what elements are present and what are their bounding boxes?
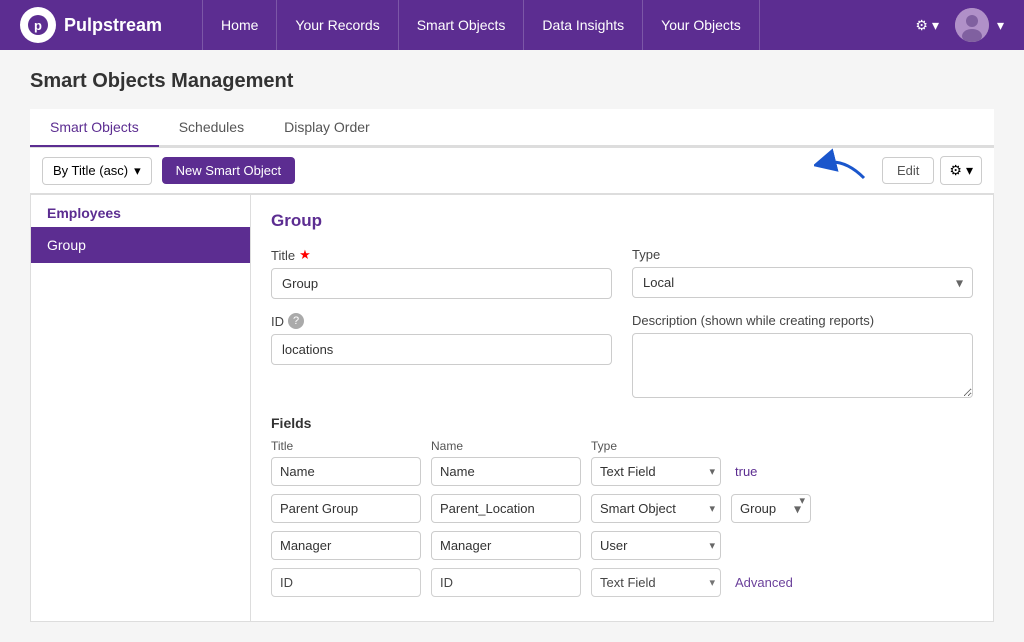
- field-advanced-link-id[interactable]: Advanced: [735, 575, 793, 590]
- field-name-parent-location[interactable]: [431, 494, 581, 523]
- field-advanced-link-name[interactable]: true: [735, 464, 757, 479]
- fields-col-title: Title: [271, 439, 421, 453]
- avatar-caret: ▾: [997, 17, 1004, 34]
- fields-col-name: Name: [431, 439, 581, 453]
- page-content: Smart Objects Management Smart Objects S…: [0, 50, 1024, 642]
- description-textarea[interactable]: [632, 333, 973, 398]
- nav-home[interactable]: Home: [202, 0, 277, 50]
- id-help-icon[interactable]: ?: [288, 313, 304, 329]
- page-title: Smart Objects Management: [30, 70, 994, 93]
- nav-right-controls: ⚙ ▾ ▾: [907, 8, 1004, 42]
- field-type-select-manager[interactable]: User: [591, 531, 721, 560]
- gear-icon: ⚙: [915, 17, 928, 34]
- sidebar-item-group[interactable]: Group: [31, 227, 250, 263]
- sidebar: Employees Group: [31, 195, 251, 621]
- parent-sub-select[interactable]: Group: [731, 494, 811, 523]
- field-type-wrapper-id: Text Field ▾: [591, 568, 721, 597]
- type-label: Type: [632, 247, 973, 262]
- field-type-wrapper-parent: Smart Object ▾: [591, 494, 721, 523]
- sort-label: By Title (asc): [53, 163, 128, 178]
- type-select-wrapper: Local: [632, 267, 973, 298]
- panel-gear-caret: ▾: [966, 162, 973, 179]
- fields-section-title: Fields: [271, 415, 973, 431]
- field-type-select-name[interactable]: Text Field: [591, 457, 721, 486]
- field-row-manager: User ▾: [271, 531, 973, 560]
- nav-data-insights[interactable]: Data Insights: [524, 0, 643, 50]
- new-smart-object-button[interactable]: New Smart Object: [162, 157, 295, 184]
- nav-links: Home Your Records Smart Objects Data Ins…: [202, 0, 907, 50]
- id-label: ID ?: [271, 313, 612, 329]
- app-logo[interactable]: p Pulpstream: [20, 7, 162, 43]
- field-name-id[interactable]: [431, 568, 581, 597]
- description-field-group: Description (shown while creating report…: [632, 313, 973, 401]
- sort-dropdown[interactable]: By Title (asc) ▾: [42, 157, 152, 185]
- required-star: ★: [299, 247, 311, 263]
- title-field-group: Title ★: [271, 247, 612, 299]
- field-name-manager[interactable]: [431, 531, 581, 560]
- form-row-title-type: Title ★ Type Local: [271, 247, 973, 299]
- field-title-parent-group[interactable]: [271, 494, 421, 523]
- edit-button[interactable]: Edit: [882, 157, 934, 184]
- right-panel: Group Title ★ Type Local: [251, 195, 993, 621]
- nav-your-objects[interactable]: Your Objects: [643, 0, 760, 50]
- id-field-group: ID ?: [271, 313, 612, 401]
- title-input[interactable]: [271, 268, 612, 299]
- user-avatar[interactable]: [955, 8, 989, 42]
- panel-gear-icon: ⚙: [949, 162, 962, 179]
- field-type-wrapper-name: Text Field ▾: [591, 457, 721, 486]
- description-label: Description (shown while creating report…: [632, 313, 973, 328]
- tab-display-order[interactable]: Display Order: [264, 109, 390, 147]
- toolbar: By Title (asc) ▾ New Smart Object Edit ⚙…: [30, 147, 994, 194]
- avatar-image: [955, 8, 989, 42]
- parent-sub-select-wrapper: Group ▾: [731, 494, 811, 523]
- toolbar-right: Edit ⚙ ▾: [882, 156, 982, 185]
- field-type-wrapper-manager: User ▾: [591, 531, 721, 560]
- logo-icon: p: [20, 7, 56, 43]
- form-row-id-desc: ID ? Description (shown while creating r…: [271, 313, 973, 401]
- fields-section: Fields Title Name Type Text Field ▾: [271, 415, 973, 597]
- settings-dropdown[interactable]: ⚙ ▾: [907, 13, 947, 38]
- fields-header: Title Name Type: [271, 439, 973, 457]
- nav-smart-objects[interactable]: Smart Objects: [399, 0, 525, 50]
- field-type-select-parent[interactable]: Smart Object: [591, 494, 721, 523]
- fields-col-type: Type: [591, 439, 973, 453]
- field-title-name[interactable]: [271, 457, 421, 486]
- field-title-id[interactable]: [271, 568, 421, 597]
- edit-arrow-indicator: [814, 143, 874, 183]
- title-label: Title ★: [271, 247, 612, 263]
- type-select[interactable]: Local: [632, 267, 973, 298]
- panel-title: Group: [271, 211, 973, 231]
- tab-schedules[interactable]: Schedules: [159, 109, 264, 147]
- tab-smart-objects[interactable]: Smart Objects: [30, 109, 159, 147]
- tabs-bar: Smart Objects Schedules Display Order: [30, 109, 994, 147]
- field-row-id: Text Field ▾ Advanced: [271, 568, 973, 597]
- svg-text:p: p: [34, 18, 42, 33]
- top-navigation: p Pulpstream Home Your Records Smart Obj…: [0, 0, 1024, 50]
- field-row-name: Text Field ▾ true: [271, 457, 973, 486]
- id-input[interactable]: [271, 334, 612, 365]
- main-layout: Employees Group Group Title ★ Type: [30, 194, 994, 622]
- app-name: Pulpstream: [64, 15, 162, 36]
- field-row-parent-group: Smart Object ▾ Group ▾: [271, 494, 973, 523]
- field-title-manager[interactable]: [271, 531, 421, 560]
- type-field-group: Type Local: [632, 247, 973, 299]
- field-name-name[interactable]: [431, 457, 581, 486]
- sort-caret: ▾: [134, 163, 141, 179]
- field-type-select-id[interactable]: Text Field: [591, 568, 721, 597]
- panel-gear-button[interactable]: ⚙ ▾: [940, 156, 982, 185]
- gear-caret: ▾: [932, 17, 939, 34]
- sidebar-item-employees[interactable]: Employees: [31, 195, 250, 227]
- nav-your-records[interactable]: Your Records: [277, 0, 398, 50]
